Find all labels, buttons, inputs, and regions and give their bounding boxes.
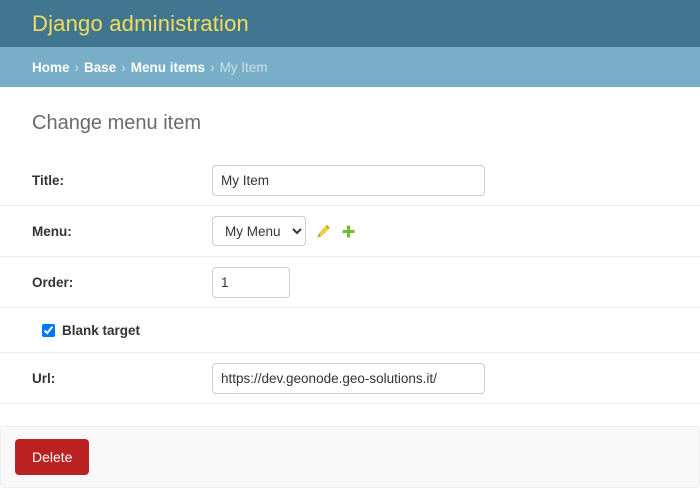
url-widget: [212, 362, 485, 394]
order-widget: [212, 266, 290, 298]
breadcrumb: Home › Base › Menu items › My Item: [0, 47, 700, 87]
plus-icon[interactable]: [340, 223, 356, 239]
pencil-icon[interactable]: [315, 223, 331, 239]
form-row-menu: Menu: My Menu: [0, 206, 700, 257]
title-label: Title:: [32, 172, 65, 188]
form-row-title: Title:: [0, 155, 700, 206]
breadcrumb-separator: ›: [74, 59, 80, 75]
order-input[interactable]: [212, 266, 290, 298]
url-label: Url:: [32, 370, 56, 386]
site-title: Django administration: [32, 10, 249, 36]
branding-header: Django administration: [0, 0, 700, 47]
menu-select[interactable]: My Menu: [212, 216, 306, 246]
page-title: Change menu item: [32, 112, 201, 134]
menu-label: Menu:: [32, 223, 72, 239]
breadcrumb-item-current: My Item: [219, 59, 268, 75]
breadcrumb-item-home[interactable]: Home: [32, 60, 70, 75]
breadcrumb-separator: ›: [210, 59, 215, 75]
change-menu-item-form: Title: Menu: My Menu: [0, 155, 700, 488]
breadcrumb-item-menu-items[interactable]: Menu items: [131, 60, 205, 75]
form-row-order: Order:: [0, 257, 700, 308]
form-row-url: Url:: [0, 353, 700, 404]
url-input[interactable]: [212, 362, 485, 394]
breadcrumb-item-base[interactable]: Base: [84, 60, 116, 75]
blank-target-checkbox[interactable]: [42, 323, 55, 337]
form-row-blank-target: Blank target: [0, 308, 700, 353]
blank-target-label[interactable]: Blank target: [62, 323, 140, 338]
delete-button[interactable]: Delete: [15, 439, 90, 475]
title-input[interactable]: [212, 164, 485, 196]
title-widget: [212, 164, 485, 196]
submit-row: Delete: [0, 426, 700, 488]
content-area: Change menu item Title: Menu: My Menu: [0, 87, 700, 488]
menu-widget: My Menu: [212, 216, 356, 246]
breadcrumb-separator: ›: [121, 59, 126, 75]
order-label: Order:: [32, 274, 74, 290]
